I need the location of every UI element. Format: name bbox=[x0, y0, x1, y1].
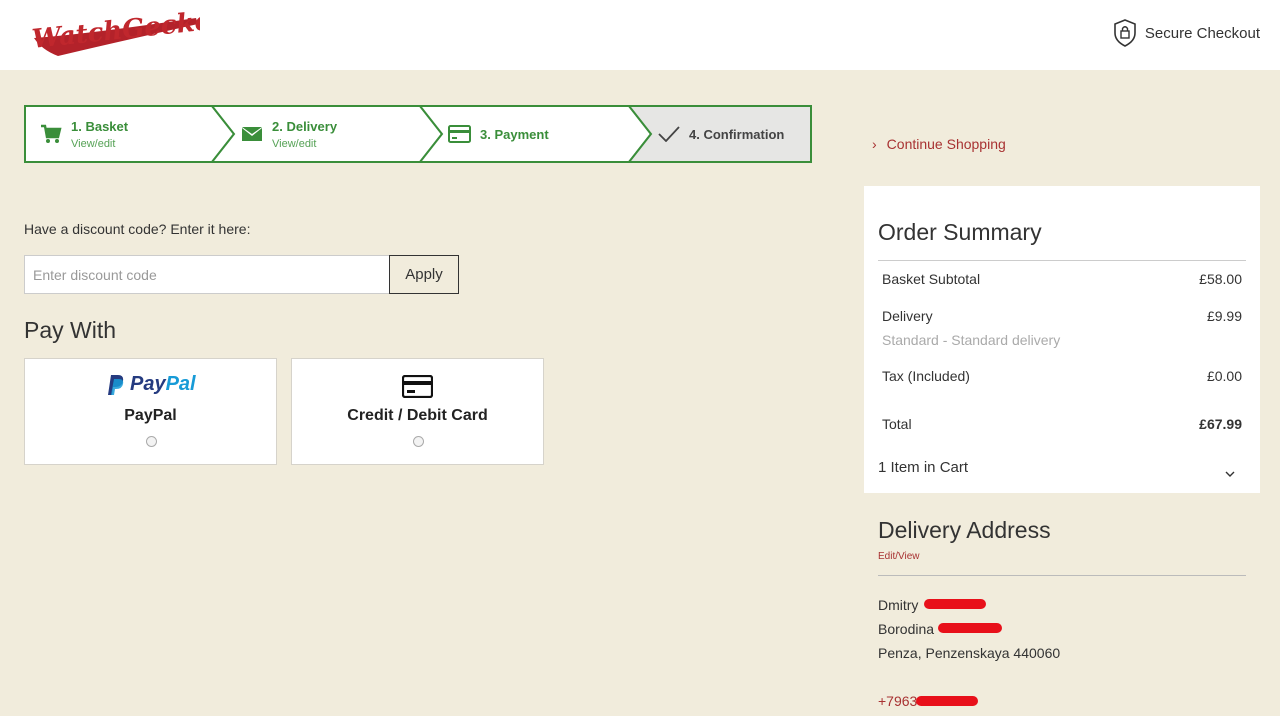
summary-total-value: £67.99 bbox=[1199, 416, 1242, 432]
paypal-logo-text: PayPal bbox=[130, 373, 196, 395]
summary-sublabel: Standard - Standard delivery bbox=[882, 332, 1061, 348]
paypal-icon bbox=[108, 374, 124, 395]
summary-row-subtotal: Basket Subtotal £58.00 bbox=[882, 271, 1242, 287]
credit-card-icon bbox=[402, 375, 433, 398]
step-basket[interactable]: 1. Basket View/edit bbox=[40, 105, 128, 163]
step-delivery-title: 2. Delivery bbox=[272, 118, 338, 134]
lock-shield-icon bbox=[1114, 19, 1136, 47]
checkout-steps: 1. Basket View/edit 2. Delivery View/edi… bbox=[24, 105, 812, 163]
step-payment: 3. Payment bbox=[448, 105, 549, 163]
step-payment-title: 3. Payment bbox=[480, 126, 549, 142]
step-basket-sub[interactable]: View/edit bbox=[71, 138, 128, 150]
card-radio[interactable] bbox=[412, 436, 424, 447]
address-street: Borodina bbox=[878, 621, 935, 637]
summary-label: Delivery bbox=[882, 308, 933, 324]
secure-checkout: Secure Checkout bbox=[1113, 18, 1260, 48]
step-confirmation-title: 4. Confirmation bbox=[689, 126, 785, 142]
redaction-mark bbox=[924, 599, 986, 609]
continue-shopping-label: Continue Shopping bbox=[886, 136, 1006, 152]
address-name: Dmitry bbox=[878, 597, 919, 613]
paypal-label: PayPal bbox=[124, 407, 177, 424]
check-icon bbox=[658, 126, 680, 142]
summary-label: Tax (Included) bbox=[882, 368, 970, 384]
discount-code-input[interactable] bbox=[24, 255, 390, 294]
divider bbox=[878, 260, 1246, 261]
secure-checkout-label: Secure Checkout bbox=[1144, 24, 1260, 42]
step-delivery[interactable]: 2. Delivery View/edit bbox=[241, 105, 337, 163]
address-city: Penza, Penzenskaya 440060 bbox=[878, 645, 1061, 661]
summary-value: £58.00 bbox=[1199, 271, 1242, 287]
paypal-logo: PayPal bbox=[107, 373, 196, 396]
summary-label: Total bbox=[882, 416, 912, 432]
delivery-address-title: Delivery Address bbox=[878, 517, 1051, 543]
summary-row-tax: Tax (Included) £0.00 bbox=[882, 368, 1242, 384]
summary-row-delivery: Delivery Standard - Standard delivery £9… bbox=[882, 308, 1242, 348]
order-summary-title: Order Summary bbox=[878, 219, 1042, 245]
payment-option-card[interactable]: Credit / Debit Card bbox=[291, 358, 544, 465]
credit-card-icon bbox=[448, 125, 471, 143]
apply-button[interactable]: Apply bbox=[389, 255, 459, 294]
watchgecko-logo[interactable]: WatchGecko bbox=[28, 4, 200, 62]
summary-value: £9.99 bbox=[1206, 308, 1242, 324]
payment-option-paypal[interactable]: PayPal PayPal bbox=[24, 358, 277, 465]
continue-shopping-link[interactable]: › Continue Shopping bbox=[872, 136, 1006, 152]
redaction-mark bbox=[916, 696, 978, 706]
step-delivery-sub[interactable]: View/edit bbox=[272, 138, 337, 150]
divider bbox=[878, 575, 1246, 576]
pay-with-heading: Pay With bbox=[24, 317, 117, 343]
cart-icon bbox=[41, 124, 62, 143]
envelope-icon bbox=[242, 127, 262, 141]
chevron-right-icon: › bbox=[872, 136, 877, 152]
discount-label: Have a discount code? Enter it here: bbox=[24, 221, 251, 237]
delivery-edit-link[interactable]: Edit/View bbox=[878, 551, 920, 562]
step-confirmation: 4. Confirmation bbox=[658, 105, 784, 163]
chevron-down-icon[interactable] bbox=[1224, 470, 1236, 478]
summary-value: £0.00 bbox=[1206, 368, 1242, 384]
step-basket-title: 1. Basket bbox=[71, 118, 129, 134]
redaction-mark bbox=[938, 623, 1002, 633]
order-summary: Order Summary Basket Subtotal £58.00 Del… bbox=[864, 186, 1260, 493]
address-phone: +7963 bbox=[878, 693, 918, 709]
paypal-radio[interactable] bbox=[145, 436, 157, 447]
summary-label: Basket Subtotal bbox=[882, 271, 981, 287]
top-bar: WatchGecko Secure Checkout bbox=[0, 0, 1280, 70]
svg-text:WatchGecko: WatchGecko bbox=[31, 6, 200, 55]
cart-count[interactable]: 1 Item in Cart bbox=[878, 459, 968, 476]
summary-row-total: Total £67.99 bbox=[882, 416, 1242, 432]
card-label: Credit / Debit Card bbox=[347, 407, 488, 424]
